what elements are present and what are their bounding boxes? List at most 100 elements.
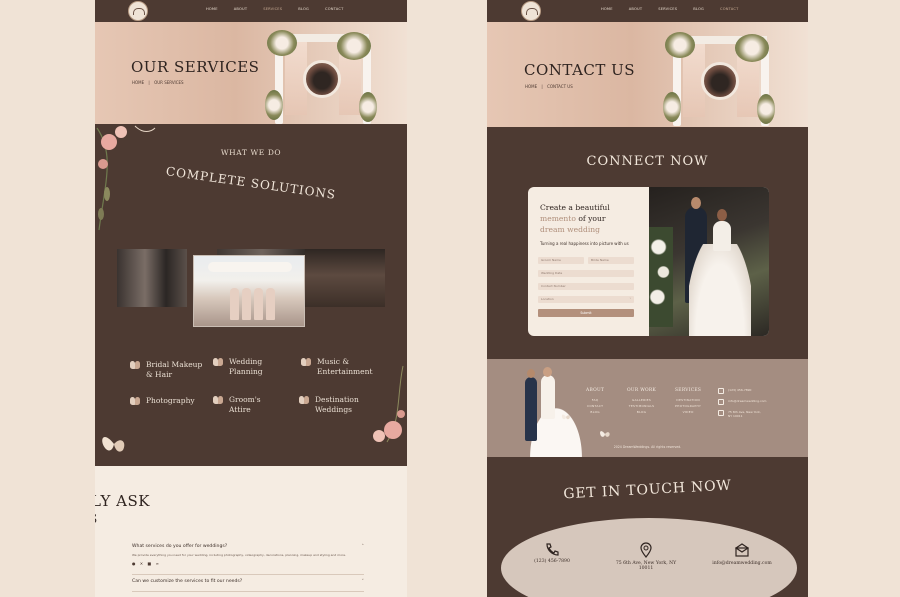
butterfly-icon	[600, 431, 610, 437]
chevron-down-icon: ˅	[629, 297, 632, 301]
leaf-icon	[130, 361, 140, 369]
phone-icon	[546, 543, 559, 556]
footer-couple-image	[517, 365, 591, 457]
footer-link[interactable]: FAQ	[586, 398, 604, 402]
breadcrumb-current: CONTACT US	[547, 84, 573, 89]
leaf-icon	[130, 397, 140, 405]
service-item[interactable]: Photography	[130, 396, 210, 406]
logo[interactable]	[521, 1, 541, 21]
service-item[interactable]: Wedding Planning	[213, 357, 277, 377]
footer-contact: (123) 456-7890 info@dreamwedding.com 75 …	[718, 388, 766, 421]
form-tagline: Turning a real happiness into picture wi…	[540, 241, 629, 246]
nav-blog[interactable]: BLOG	[298, 7, 309, 11]
footer-email[interactable]: info@dreamwedding.com	[728, 399, 766, 403]
footer-link[interactable]: DESTINATION	[675, 398, 701, 402]
faq-divider	[132, 574, 364, 575]
service-label: Destination Weddings	[315, 395, 359, 414]
faq-subtitle: S	[95, 512, 97, 526]
footer-link[interactable]: BLOG	[586, 410, 604, 414]
faq-item[interactable]: Can we customize the services to fit our…	[132, 579, 365, 585]
wedding-date-field[interactable]: Wedding Date	[538, 270, 634, 277]
top-nav: HOME ABOUT SERVICES BLOG CONTACT	[487, 0, 808, 22]
butterfly-icon	[102, 436, 125, 452]
leaf-icon	[301, 358, 311, 366]
faq-answer: We provide everything you need for your …	[132, 553, 347, 557]
nav-about[interactable]: ABOUT	[629, 7, 643, 11]
contact-number-field[interactable]: Contact Number	[538, 283, 634, 290]
nav-services[interactable]: SERVICES	[263, 7, 282, 11]
chevron-down-icon[interactable]: ˅	[362, 579, 365, 585]
form-heading-accent: dream wedding	[540, 225, 601, 234]
top-nav: HOME ABOUT SERVICES BLOG CONTACT	[95, 0, 407, 22]
faq-question: Can we customize the services to fit our…	[132, 579, 243, 584]
footer-column-services: SERVICES DESTINATION PHOTOGRAPHY VIDEO	[675, 388, 701, 414]
nav-home[interactable]: HOME	[206, 7, 218, 11]
floral-arch-image	[265, 30, 379, 124]
footer-link[interactable]: TESTIMONIALS	[627, 404, 656, 408]
footer-column-about: ABOUT FAQ CONTACT BLOG	[586, 388, 604, 414]
site-footer: ABOUT FAQ CONTACT BLOG OUR WORK GALLERIE…	[487, 359, 808, 457]
form-heading: Create a beautiful memento of your dream…	[540, 202, 610, 235]
footer-link[interactable]: CONTACT	[586, 404, 604, 408]
x-icon[interactable]: ✕	[140, 561, 143, 566]
footer-link[interactable]: PHOTOGRAPHY	[675, 404, 701, 408]
contact-address: 75 6th Ave, New York, NY 10011	[601, 542, 691, 571]
link-icon[interactable]: ∞	[155, 561, 158, 566]
nav-contact[interactable]: CONTACT	[325, 7, 343, 11]
breadcrumb-current: OUR SERVICES	[154, 80, 184, 85]
breadcrumb-home[interactable]: HOME	[132, 80, 144, 85]
hero-banner: OUR SERVICES HOME | OUR SERVICES	[95, 22, 407, 124]
service-label: Wedding Planning	[229, 357, 263, 376]
contact-phone-text: (123) 456-7890	[534, 559, 570, 564]
chevron-up-icon[interactable]: ˄	[362, 544, 365, 550]
footer-column-title: OUR WORK	[627, 388, 657, 393]
breadcrumb: HOME | CONTACT US	[525, 84, 573, 89]
nav-contact[interactable]: CONTACT	[720, 7, 738, 11]
phone-icon	[718, 388, 724, 394]
section-kicker: WHAT WE DO	[220, 148, 282, 157]
mail-icon	[718, 399, 724, 405]
breadcrumb-home[interactable]: HOME	[525, 84, 537, 89]
service-label: Groom's Attire	[229, 395, 261, 414]
form-heading-accent: memento	[540, 214, 576, 223]
gallery-photo	[117, 249, 187, 307]
nav-blog[interactable]: BLOG	[693, 7, 704, 11]
copyright: 2024 DreamWeddings. All rights reserved.	[613, 445, 682, 449]
breadcrumb-separator: |	[541, 84, 543, 89]
footer-link[interactable]: BLOG	[627, 410, 656, 414]
form-heading-line: of your	[578, 214, 606, 223]
service-label: Bridal Makeup & Hair	[146, 360, 203, 379]
footer-link[interactable]: GALLERIES	[627, 398, 656, 402]
nav-about[interactable]: ABOUT	[234, 7, 248, 11]
submit-button[interactable]: Submit	[538, 309, 634, 317]
nav-home[interactable]: HOME	[601, 7, 613, 11]
envelope-icon	[718, 410, 724, 416]
breadcrumb: HOME | OUR SERVICES	[132, 80, 184, 85]
services-section: WHAT WE DO COMPLETE SOLUTIONS Bridal Mak…	[95, 124, 407, 466]
nav-links: HOME ABOUT SERVICES BLOG CONTACT	[206, 7, 359, 11]
bride-name-field[interactable]: Bride Name	[588, 257, 634, 264]
faq-title: LY ASK	[95, 492, 150, 510]
service-item[interactable]: Bridal Makeup & Hair	[130, 360, 210, 380]
instagram-icon[interactable]: ■	[147, 561, 151, 566]
share-icons: ● ✕ ■ ∞	[132, 561, 364, 566]
photo-gallery	[117, 249, 385, 327]
logo[interactable]	[128, 1, 148, 21]
faq-item[interactable]: What services do you offer for weddings?…	[132, 544, 364, 566]
footer-phone[interactable]: (123) 456-7890	[728, 388, 751, 392]
floral-corner-icon	[96, 125, 156, 231]
nav-links: HOME ABOUT SERVICES BLOG CONTACT	[601, 7, 754, 11]
services-page-preview: HOME ABOUT SERVICES BLOG CONTACT OUR SERVICE…	[95, 0, 407, 597]
floral-corner-icon	[373, 365, 405, 443]
faq-divider	[132, 591, 364, 592]
contact-phone[interactable]: (123) 456-7890	[507, 542, 597, 564]
footer-column-our-work: OUR WORK GALLERIES TESTIMONIALS BLOG	[627, 388, 656, 414]
service-item[interactable]: Groom's Attire	[213, 395, 277, 415]
location-select[interactable]: Location ˅	[538, 296, 634, 303]
contact-email[interactable]: info@dreamwedding.com	[697, 542, 787, 566]
leaf-icon	[213, 396, 223, 404]
groom-name-field[interactable]: Groom Name	[538, 257, 584, 264]
facebook-icon[interactable]: ●	[132, 561, 136, 566]
footer-link[interactable]: VIDEO	[675, 410, 701, 414]
nav-services[interactable]: SERVICES	[658, 7, 677, 11]
